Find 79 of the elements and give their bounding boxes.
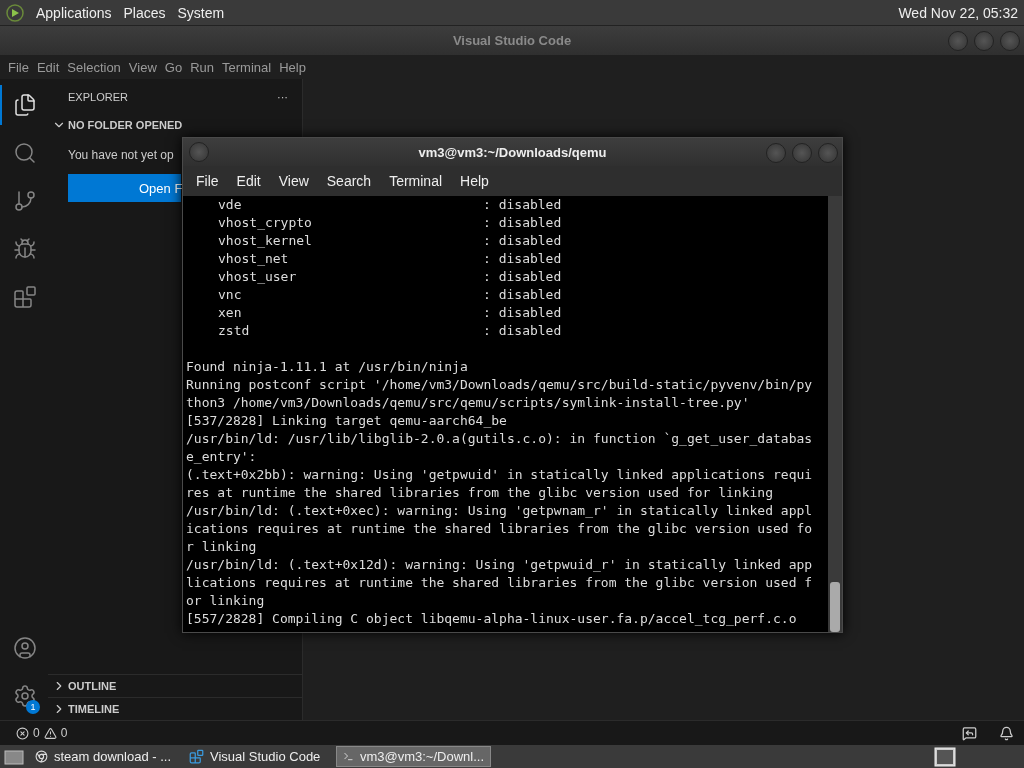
output-line: e_entry': — [186, 448, 258, 466]
section-header[interactable]: NO FOLDER OPENED — [48, 114, 302, 136]
config-option: vhost_crypto — [218, 214, 483, 232]
search-icon — [13, 141, 37, 165]
menu-item[interactable]: Help — [451, 173, 498, 189]
account-icon[interactable] — [13, 636, 37, 660]
terminal-title: vm3@vm3:~/Downloads/qemu — [418, 144, 607, 160]
menu-item[interactable]: View — [124, 59, 161, 75]
taskbar-item[interactable]: vm3@vm3:~/Downl... — [336, 746, 491, 767]
config-option: vnc — [218, 286, 483, 304]
warning-icon — [43, 726, 57, 740]
menu-item[interactable]: Terminal — [218, 59, 276, 75]
notifications-icon — [999, 725, 1014, 741]
menu-item[interactable]: Run — [186, 59, 218, 75]
output-line: /usr/bin/ld: (.text+0x12d): warning: Using 'getpwuid_r' in statically linked app — [186, 556, 814, 574]
output-line: (.text+0x2bb): warning: Using 'getpwuid' in statically linked applications requi — [186, 466, 814, 484]
open-folder-button[interactable]: Open F — [68, 174, 181, 202]
config-value: : disabled — [483, 250, 563, 268]
workspace-switcher-icon[interactable] — [934, 746, 956, 767]
config-value: : disabled — [483, 286, 563, 304]
output-line: lications requires at runtime the shared libraries from the glibc version used f — [186, 574, 814, 592]
scroll-thumb[interactable] — [830, 582, 840, 632]
panel-menu[interactable]: System — [177, 4, 225, 21]
config-option: zstd — [218, 322, 483, 340]
taskbar-item[interactable]: Visual Studio Code — [182, 746, 332, 767]
source-control-icon — [13, 189, 37, 213]
config-value: : disabled — [483, 322, 563, 340]
files-icon — [13, 93, 37, 117]
desktop-icon[interactable] — [4, 747, 24, 766]
extensions-icon — [13, 285, 37, 309]
config-option: vhost_user — [218, 268, 483, 286]
output-line: /usr/bin/ld: (.text+0xec): warning: Using 'getpwnam_r' in statically linked appl — [186, 502, 814, 520]
menu-item[interactable]: File — [187, 173, 228, 189]
output-line: Found ninja-1.11.1 at /usr/bin/ninja — [186, 358, 469, 376]
output-line: [537/2828] Linking target qemu-aarch64_be — [186, 412, 508, 430]
config-value: : disabled — [483, 196, 563, 214]
output-line: r linking — [186, 538, 258, 556]
settings-icon[interactable] — [13, 684, 37, 708]
feedback-icon — [962, 725, 977, 741]
distro-logo-icon[interactable] — [6, 3, 24, 22]
output-line: [557/2828] Compiling C object libqemu-alpha-linux-user.fa.p/accel_tcg_perf.c.o — [186, 610, 798, 628]
config-value: : disabled — [483, 214, 563, 232]
window-title: Visual Studio Code — [452, 33, 572, 48]
clock: Wed Nov 22, 05:32 — [898, 4, 1018, 21]
menu-item[interactable]: View — [269, 173, 318, 189]
output-line: /usr/bin/ld: /usr/lib/libglib-2.0.a(gutils.c.o): in function `g_get_user_databas — [186, 430, 814, 448]
panel-header[interactable]: OUTLINE — [48, 674, 302, 697]
menu-item[interactable]: Terminal — [380, 173, 452, 189]
more-actions-button[interactable]: ··· — [277, 90, 288, 103]
config-value: : disabled — [483, 232, 563, 250]
error-count: 0 — [33, 726, 40, 740]
menu-item[interactable]: Go — [160, 59, 187, 75]
output-line: res at runtime the shared libraries from the glibc version used for linking — [186, 484, 774, 502]
menu-item[interactable]: Search — [317, 173, 381, 189]
config-value: : disabled — [483, 268, 563, 286]
no-folder-message: You have not yet op — [67, 147, 175, 162]
menu-item[interactable]: Help — [275, 59, 310, 75]
taskbar-item[interactable]: steam download - ... — [28, 746, 178, 767]
menu-item[interactable]: Selection — [63, 59, 125, 75]
panel-menu[interactable]: Applications — [36, 4, 112, 21]
menu-item[interactable]: File — [4, 59, 33, 75]
sidebar-title: EXPLORER — [68, 90, 128, 103]
panel-menu[interactable]: Places — [123, 4, 166, 21]
menu-item[interactable]: Edit — [227, 173, 270, 189]
config-option: vhost_net — [218, 250, 483, 268]
menu-item[interactable]: Edit — [32, 59, 64, 75]
output-line: or linking — [186, 592, 266, 610]
config-option: vde — [218, 196, 483, 214]
error-icon — [16, 726, 29, 740]
config-value: : disabled — [483, 304, 563, 322]
config-option: xen — [218, 304, 483, 322]
scrollbar[interactable] — [828, 196, 842, 632]
output-line: thon3 /home/vm3/Downloads/qemu/src/qemu/scripts/symlink-install-tree.py' — [186, 394, 751, 412]
output-line: Running postconf script '/home/vm3/Downloads/qemu/src/build-static/pyvenv/bin/py — [186, 376, 814, 394]
output-line: ications requires at runtime the shared libraries from the glibc version used fo — [186, 520, 814, 538]
config-option: vhost_kernel — [218, 232, 483, 250]
chrome-icon — [35, 749, 48, 764]
notification-badge: 1 — [26, 700, 40, 714]
warning-count: 0 — [60, 726, 68, 740]
